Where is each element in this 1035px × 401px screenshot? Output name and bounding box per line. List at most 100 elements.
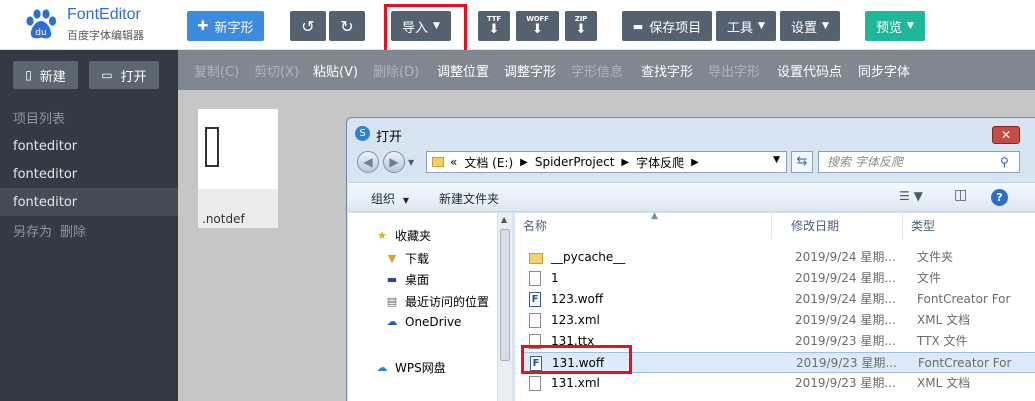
file-row[interactable]: 131.ttx 2019/9/23 星期... TTX 文件 bbox=[523, 331, 1035, 352]
column-header-name[interactable]: 名称 bbox=[515, 213, 772, 239]
export-zip-button[interactable]: ZIP ⬇ bbox=[565, 11, 597, 41]
organize-menu[interactable]: 组织 ▼ bbox=[371, 190, 409, 207]
new-project-button[interactable]: ▯ 新建 bbox=[13, 61, 78, 89]
column-header-type[interactable]: 类型 bbox=[903, 213, 1035, 239]
breadcrumb-folder[interactable]: 字体反爬 bbox=[636, 154, 684, 171]
fontcreator-file-icon: F bbox=[530, 356, 542, 371]
download-arrow-icon: ⬇ bbox=[575, 22, 587, 37]
search-icon[interactable]: ⚲ bbox=[1000, 155, 1009, 169]
project-item[interactable]: fonteditor bbox=[0, 132, 178, 160]
undo-button[interactable]: ↺ bbox=[290, 11, 326, 41]
cloud-icon: ☁ bbox=[386, 315, 398, 328]
export-woff-button[interactable]: WOFF ⬇ bbox=[516, 11, 559, 41]
refresh-icon[interactable]: ⇆ bbox=[791, 151, 813, 173]
save-as-link[interactable]: 另存为 bbox=[13, 221, 52, 240]
export-ttf-button[interactable]: TTF ⬇ bbox=[478, 11, 510, 41]
fontcreator-file-icon: F bbox=[529, 292, 541, 307]
file-row[interactable]: 123.xml 2019/9/24 星期... XML 文档 bbox=[523, 310, 1035, 331]
nav-favorites[interactable]: ★ 收藏夹 bbox=[375, 227, 431, 244]
breadcrumb-project[interactable]: SpiderProject bbox=[535, 155, 615, 169]
help-icon[interactable]: ? bbox=[991, 189, 1008, 206]
cloud-outline-icon: ☁ bbox=[376, 360, 388, 374]
cut-action[interactable]: 剪切(X) bbox=[254, 61, 299, 80]
glyph-name: .notdef bbox=[202, 212, 245, 226]
folder-icon bbox=[529, 253, 543, 264]
project-item-active[interactable]: fonteditor bbox=[0, 188, 178, 216]
nav-onedrive[interactable]: ☁ OneDrive bbox=[385, 315, 462, 329]
forward-button[interactable]: ▶ bbox=[383, 151, 405, 173]
view-options-icon[interactable]: ☰ ▼ bbox=[899, 189, 923, 203]
adjust-position-action[interactable]: 调整位置 bbox=[437, 61, 489, 80]
recent-places-icon: ▤ bbox=[386, 294, 398, 308]
find-glyph-action[interactable]: 查找字形 bbox=[641, 61, 693, 80]
drive-icon: ▬ bbox=[632, 19, 644, 33]
edit-action-bar: 复制(C) 剪切(X) 粘贴(V) 删除(D) 调整位置 调整字形 字形信息 查… bbox=[178, 50, 1035, 90]
file-list: 名称 ▲ 修改日期 类型 __pycache__ 2019/9/24 星期...… bbox=[515, 211, 1035, 401]
chevron-down-icon[interactable]: ▼ bbox=[773, 155, 780, 165]
nav-wps-drive[interactable]: ☁ WPS网盘 bbox=[375, 359, 446, 376]
downloads-folder-icon: ▼ bbox=[387, 251, 397, 265]
download-arrow-icon: ⬇ bbox=[488, 22, 500, 37]
undo-icon: ↺ bbox=[301, 16, 315, 36]
file-row[interactable]: 131.xml 2019/9/23 星期... XML 文档 bbox=[523, 373, 1035, 394]
import-button[interactable]: 导入 ▼ bbox=[391, 11, 451, 41]
paste-action[interactable]: 粘贴(V) bbox=[313, 61, 358, 80]
history-dropdown-icon[interactable]: ▼ bbox=[408, 158, 414, 167]
column-header-date[interactable]: 修改日期 bbox=[783, 213, 903, 239]
nav-desktop[interactable]: ▬ 桌面 bbox=[385, 271, 429, 288]
breadcrumb-separator-icon: ▶ bbox=[520, 156, 528, 168]
scroll-up-icon[interactable]: ▲ bbox=[501, 215, 507, 224]
project-list-heading: 项目列表 bbox=[13, 111, 66, 127]
folder-open-icon: ▭ bbox=[101, 68, 113, 82]
save-project-button[interactable]: ▬ 保存项目 bbox=[622, 11, 712, 41]
sort-ascending-icon: ▲ bbox=[651, 211, 658, 221]
preview-menu-button[interactable]: 预览 ▼ bbox=[865, 11, 925, 41]
new-folder-button[interactable]: 新建文件夹 bbox=[439, 190, 499, 207]
project-item[interactable]: fonteditor bbox=[0, 160, 178, 188]
glyph-card[interactable]: .notdef bbox=[198, 109, 278, 228]
file-row[interactable]: F 123.woff 2019/9/24 星期... FontCreator F… bbox=[523, 289, 1035, 310]
scroll-thumb[interactable] bbox=[500, 229, 510, 361]
nav-recent[interactable]: ▤ 最近访问的位置 bbox=[385, 293, 489, 310]
close-icon[interactable]: ✕ bbox=[992, 126, 1020, 144]
top-toolbar: du FontEditor 百度字体编辑器 ✚ 新字形 ↺ ↻ 导入 ▼ TTF… bbox=[0, 0, 1035, 50]
copy-action[interactable]: 复制(C) bbox=[194, 61, 239, 80]
open-project-button[interactable]: ▭ 打开 bbox=[89, 61, 159, 89]
file-icon bbox=[529, 271, 541, 286]
tools-menu-button[interactable]: 工具 ▼ bbox=[716, 11, 776, 41]
glyph-info-action[interactable]: 字形信息 bbox=[571, 61, 623, 80]
nav-scrollbar[interactable]: ▲ bbox=[497, 213, 512, 401]
file-icon bbox=[529, 334, 541, 349]
delete-action[interactable]: 删除(D) bbox=[373, 61, 419, 80]
breadcrumb-drive[interactable]: 文档 (E:) bbox=[464, 154, 513, 171]
address-bar[interactable]: « 文档 (E:) ▶ SpiderProject ▶ 字体反爬 ▶ ▼ bbox=[426, 151, 787, 173]
project-actions: 另存为 删除 bbox=[0, 216, 178, 244]
preview-pane-icon[interactable]: ◫ bbox=[954, 187, 967, 203]
search-input[interactable]: 搜索 字体反爬 bbox=[818, 151, 1020, 173]
file-row-selected[interactable]: F 131.woff 2019/9/23 星期... FontCreator F… bbox=[523, 352, 1035, 373]
redo-button[interactable]: ↻ bbox=[329, 11, 365, 41]
chevron-down-icon: ▼ bbox=[907, 21, 914, 31]
file-row[interactable]: 1 2019/9/24 星期... 文件 bbox=[523, 268, 1035, 289]
sync-font-action[interactable]: 同步字体 bbox=[858, 61, 910, 80]
settings-menu-button[interactable]: 设置 ▼ bbox=[780, 11, 840, 41]
command-bar: 组织 ▼ 新建文件夹 ☰ ▼ ◫ ? bbox=[348, 182, 1035, 212]
file-row[interactable]: __pycache__ 2019/9/24 星期... 文件夹 bbox=[523, 247, 1035, 268]
new-glyph-button[interactable]: ✚ 新字形 bbox=[187, 11, 264, 41]
breadcrumb-separator-icon: ▶ bbox=[621, 156, 630, 168]
paw-logo-icon: du bbox=[26, 9, 57, 39]
adjust-glyph-action[interactable]: 调整字形 bbox=[504, 61, 556, 80]
svg-text:du: du bbox=[35, 28, 46, 38]
star-icon: ★ bbox=[377, 228, 387, 242]
set-codepoint-action[interactable]: 设置代码点 bbox=[777, 61, 842, 80]
export-glyph-action[interactable]: 导出字形 bbox=[708, 61, 760, 80]
desktop-icon: ▬ bbox=[386, 272, 398, 286]
back-button[interactable]: ◀ bbox=[357, 151, 379, 173]
xml-file-icon bbox=[529, 376, 541, 391]
nav-downloads[interactable]: ▼ 下载 bbox=[385, 250, 429, 267]
redo-icon: ↻ bbox=[340, 16, 354, 36]
navigation-pane: ★ 收藏夹 ▼ 下载 ▬ 桌面 ▤ 最近访问的位置 ☁ OneDrive ☁ W… bbox=[348, 213, 497, 401]
app-title: FontEditor bbox=[67, 6, 141, 23]
breadcrumb-separator-icon: ▶ bbox=[691, 156, 699, 168]
delete-project-link[interactable]: 删除 bbox=[60, 221, 86, 240]
